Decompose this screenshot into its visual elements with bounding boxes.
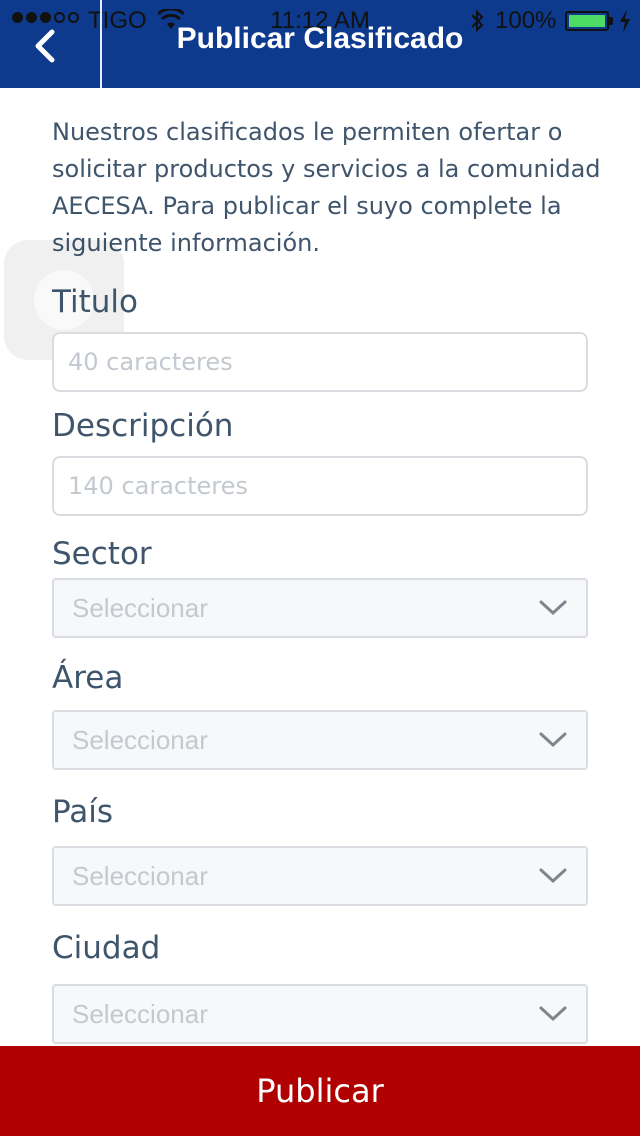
area-select[interactable]: Seleccionar [52,710,588,770]
chevron-down-icon [539,868,567,884]
signal-strength-icon [12,12,79,23]
descripcion-label: Descripción [52,408,234,444]
pais-select[interactable]: Seleccionar [52,846,588,906]
battery-tip [609,17,613,25]
chevron-down-icon [539,600,567,616]
publish-button[interactable]: Publicar [0,1046,640,1136]
titulo-placeholder: 40 caracteres [68,348,233,376]
chevron-down-icon [539,1006,567,1022]
chevron-down-icon [539,732,567,748]
sector-value: Seleccionar [72,592,208,623]
area-value: Seleccionar [72,724,208,755]
nav-header: TIGO 11:12 AM 100% Publicar Clasificado [0,0,640,88]
header-divider [100,0,102,88]
ciudad-label: Ciudad [52,930,161,966]
battery-icon [565,11,609,31]
ciudad-select[interactable]: Seleccionar [52,984,588,1044]
intro-text: Nuestros clasificados le permiten oferta… [52,118,601,257]
page-title: Publicar Clasificado [176,22,464,55]
area-label: Área [52,660,124,696]
descripcion-input[interactable]: 140 caracteres [52,456,588,516]
sector-label: Sector [52,536,152,572]
pais-value: Seleccionar [72,860,208,891]
charging-icon [620,9,630,33]
titulo-input[interactable]: 40 caracteres [52,332,588,392]
ciudad-value: Seleccionar [72,998,208,1029]
descripcion-placeholder: 140 caracteres [68,472,248,500]
sector-select[interactable]: Seleccionar [52,578,588,638]
titulo-label: Titulo [52,284,138,320]
screen: TIGO 11:12 AM 100% Publicar Clasificado … [0,0,640,1136]
pais-label: País [52,794,114,830]
back-button[interactable] [24,24,68,68]
